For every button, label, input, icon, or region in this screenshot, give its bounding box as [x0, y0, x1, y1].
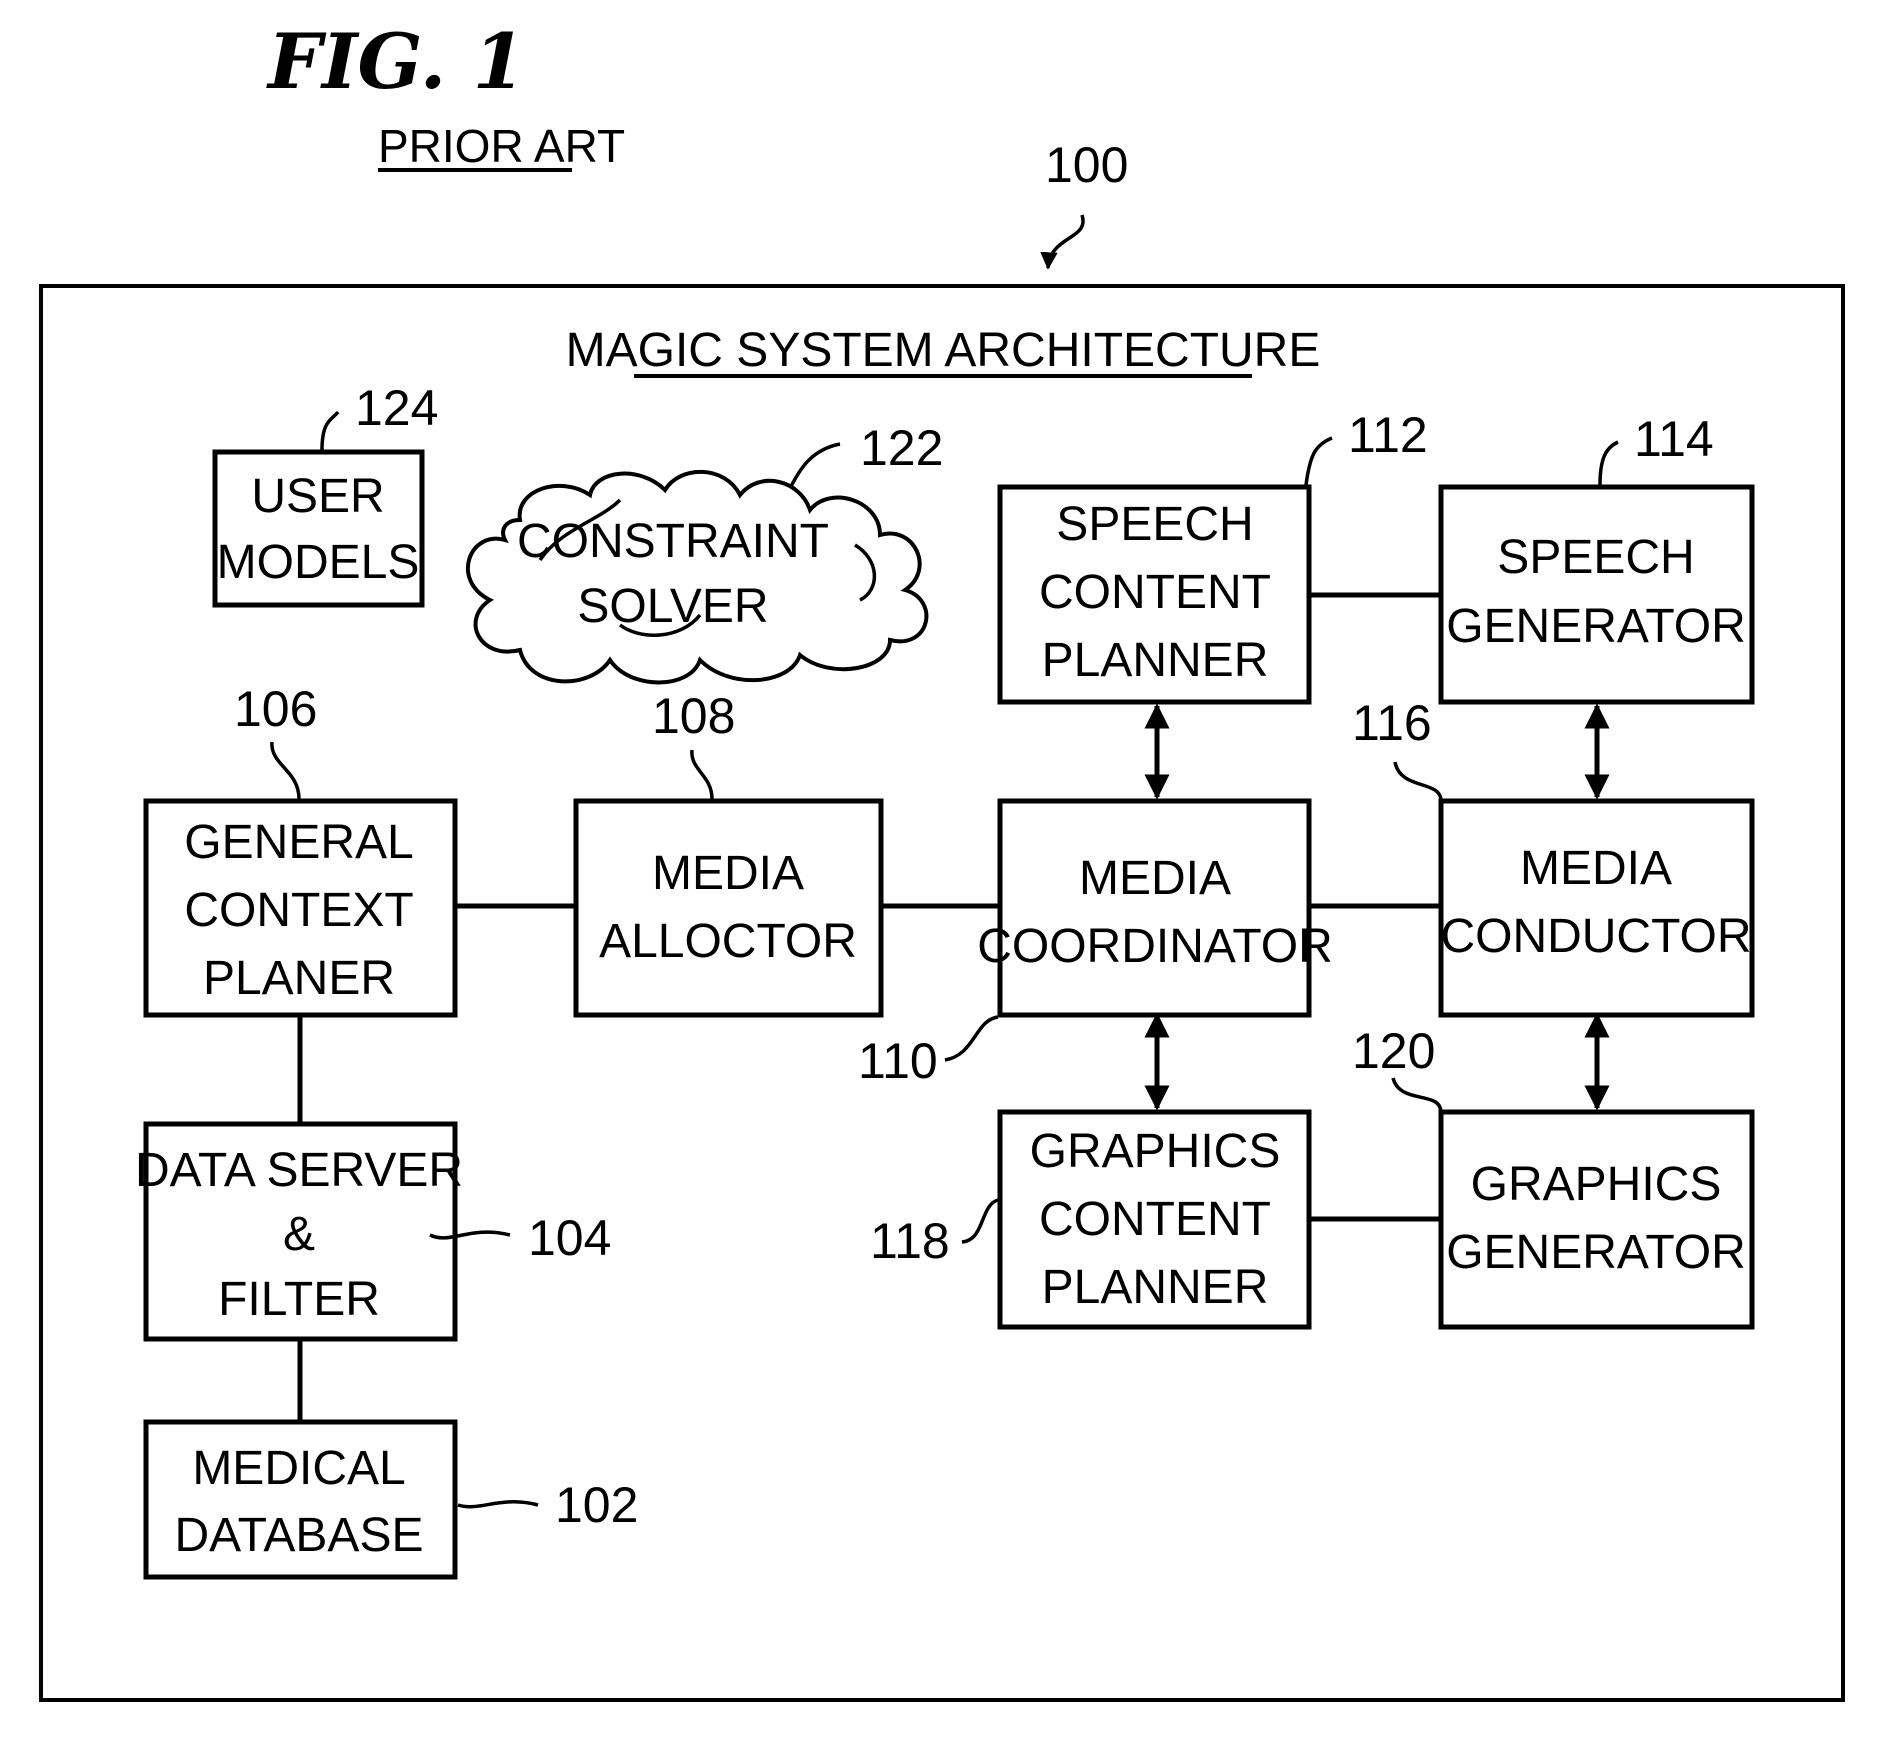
node-label-line: CONTEXT: [184, 884, 413, 937]
node-label-line: MEDIA: [1520, 842, 1672, 895]
leader-line: [1598, 440, 1619, 486]
reference-number: 108: [652, 688, 735, 744]
node-label-line: PLANNER: [1042, 634, 1269, 687]
node-box: [1438, 484, 1755, 705]
reference-number: 110: [858, 1033, 938, 1089]
node-label-line: FILTER: [218, 1273, 380, 1326]
diagram-canvas: FIG. 1 PRIOR ART 100 MAGIC SYSTEM ARCHIT…: [39, 17, 1845, 1702]
node-label-line: CONSTRAINT: [517, 515, 829, 568]
node-label-line: PLANER: [203, 952, 395, 1005]
node-graphics-generator: GRAPHICS GENERATOR 120: [1352, 1023, 1755, 1330]
node-label-line: CONTENT: [1039, 1193, 1271, 1246]
node-general-context-planer: GENERAL CONTEXT PLANER 106: [143, 681, 458, 1018]
system-reference-arrow: [1040, 214, 1085, 270]
node-box: [997, 798, 1312, 1018]
system-reference-label: 100: [1045, 137, 1128, 193]
reference-number: 114: [1634, 411, 1714, 467]
node-label-line: DATABASE: [175, 1509, 424, 1562]
node-label-line: GRAPHICS: [1471, 1158, 1722, 1211]
node-label-line: ALLOCTOR: [599, 915, 857, 968]
node-box: [1438, 1109, 1755, 1330]
node-label-line: GENERATOR: [1446, 1226, 1746, 1279]
node-speech-content-planner: SPEECH CONTENT PLANNER 112: [997, 407, 1428, 705]
leader-line: [1391, 1077, 1443, 1113]
cloud-shape: [465, 469, 929, 685]
figure-title: FIG. 1: [266, 17, 526, 106]
node-label-line: CONDUCTOR: [1440, 910, 1751, 963]
reference-number: 118: [870, 1213, 950, 1269]
node-label-line: GENERAL: [184, 816, 413, 869]
node-graphics-content-planner: GRAPHICS CONTENT PLANNER 118: [870, 1109, 1312, 1330]
leader-line: [320, 410, 340, 451]
node-speech-generator: SPEECH GENERATOR 114: [1438, 411, 1755, 705]
node-user-models: USER MODELS 124: [212, 380, 438, 608]
node-media-allocator: MEDIA ALLOCTOR 108: [573, 688, 884, 1018]
leader-line: [457, 1500, 539, 1509]
leader-line: [270, 741, 301, 800]
reference-number: 124: [355, 380, 438, 436]
node-constraint-solver: CONSTRAINT SOLVER 122: [465, 420, 943, 685]
node-label-line: GRAPHICS: [1030, 1125, 1281, 1178]
node-medical-database: MEDICAL DATABASE 102: [143, 1419, 638, 1580]
node-media-coordinator: MEDIA COORDINATOR 110: [858, 798, 1333, 1089]
node-label-line: DATA SERVER: [135, 1144, 463, 1197]
node-box: [1438, 798, 1755, 1018]
node-label-line: &: [283, 1208, 315, 1261]
node-label-line: CONTENT: [1039, 566, 1271, 619]
node-label-line: SPEECH: [1497, 531, 1694, 584]
node-label-line: GENERATOR: [1446, 600, 1746, 653]
node-media-conductor: MEDIA CONDUCTOR 116: [1352, 695, 1755, 1018]
leader-line: [788, 442, 841, 489]
node-data-server-filter: DATA SERVER & FILTER 104: [135, 1121, 611, 1342]
leader-line: [690, 749, 714, 800]
node-label-line: MODELS: [217, 536, 420, 589]
reference-number: 106: [234, 681, 317, 737]
node-label-line: SPEECH: [1056, 498, 1253, 551]
figure-subtitle: PRIOR ART: [378, 120, 625, 172]
leader-line: [1304, 436, 1333, 486]
leader-line: [961, 1198, 999, 1244]
reference-number: 122: [860, 420, 943, 476]
reference-number: 104: [528, 1210, 611, 1266]
node-label-line: MEDIA: [1079, 852, 1231, 905]
node-label-line: MEDIA: [652, 847, 804, 900]
node-label-line: SOLVER: [577, 580, 768, 633]
reference-number: 112: [1348, 407, 1428, 463]
diagram-title: MAGIC SYSTEM ARCHITECTURE: [566, 324, 1321, 377]
node-label-line: MEDICAL: [192, 1442, 405, 1495]
leader-line: [1393, 761, 1443, 801]
node-box: [573, 798, 884, 1018]
reference-number: 120: [1352, 1023, 1435, 1079]
node-label-line: COORDINATOR: [977, 920, 1333, 973]
reference-number: 116: [1352, 695, 1432, 751]
node-label-line: PLANNER: [1042, 1261, 1269, 1314]
reference-number: 102: [555, 1477, 638, 1533]
node-label-line: USER: [251, 470, 384, 523]
leader-line: [944, 1015, 999, 1062]
